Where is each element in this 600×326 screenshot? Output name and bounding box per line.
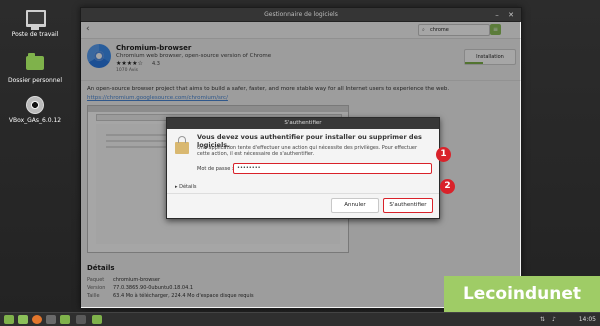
- terminal-icon[interactable]: [46, 315, 56, 324]
- volume-icon[interactable]: ♪: [552, 315, 556, 324]
- minimize-icon[interactable]: –: [493, 11, 501, 19]
- disc-icon: [26, 96, 44, 114]
- window-title: Gestionnaire de logiciels: [264, 11, 338, 18]
- folder-icon: [26, 53, 44, 74]
- password-field[interactable]: ••••••••: [233, 163, 432, 174]
- window-list-item[interactable]: [76, 315, 86, 324]
- network-icon[interactable]: ⇅: [540, 315, 545, 324]
- software-manager-task-icon[interactable]: [92, 315, 102, 324]
- desktop-icon-label: Poste de travail: [11, 31, 59, 38]
- dialog-body: Une application tente d'effectuer une ac…: [197, 145, 418, 157]
- dialog-divider: [167, 193, 439, 194]
- auth-dialog: S'authentifier Vous devez vous authentif…: [166, 117, 440, 219]
- desktop-icon-home[interactable]: Dossier personnel: [0, 53, 70, 84]
- dialog-title: S'authentifier: [167, 118, 439, 129]
- lock-icon: [175, 136, 189, 154]
- window-titlebar[interactable]: Gestionnaire de logiciels – ✕: [81, 8, 521, 22]
- computer-icon: [26, 10, 46, 30]
- watermark-logo: Lecoindunet: [444, 276, 600, 312]
- close-icon[interactable]: ✕: [507, 11, 515, 19]
- authenticate-button[interactable]: S'authentifier: [383, 198, 433, 213]
- files-icon[interactable]: [60, 315, 70, 324]
- password-label: Mot de passe :: [197, 166, 234, 172]
- desktop-icon-disc[interactable]: VBox_GAs_6.0.12: [0, 96, 70, 124]
- desktop-icon-label: VBox_GAs_6.0.12: [8, 117, 62, 124]
- desktop-icon-computer[interactable]: Poste de travail: [0, 10, 70, 38]
- step-1-badge: 1: [436, 147, 451, 162]
- cancel-button[interactable]: Annuler: [331, 198, 379, 213]
- show-desktop-icon[interactable]: [18, 315, 28, 324]
- step-2-badge: 2: [440, 179, 455, 194]
- desktop-icon-label: Dossier personnel: [7, 77, 62, 84]
- start-menu-icon[interactable]: [4, 315, 14, 324]
- taskbar: ⇅ ♪ 14:05: [0, 312, 600, 326]
- details-expander[interactable]: ▸ Détails: [175, 184, 196, 190]
- firefox-icon[interactable]: [32, 315, 42, 324]
- clock: 14:05: [578, 316, 596, 323]
